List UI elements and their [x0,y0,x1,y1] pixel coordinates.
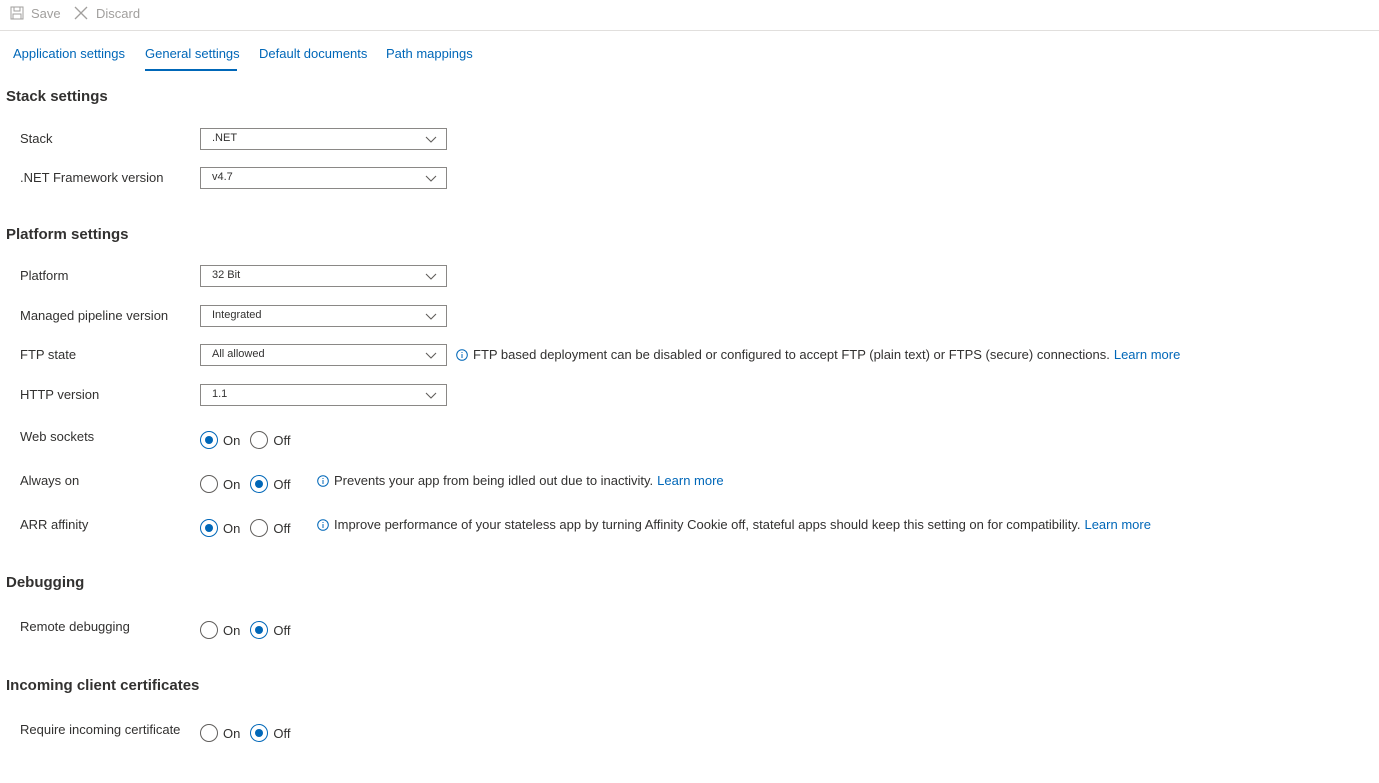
platform-value: 32 Bit [212,269,241,281]
chevron-down-icon [425,175,437,182]
framework-version-dropdown[interactable]: v4.7 [200,167,447,189]
pipeline-dropdown[interactable]: Integrated [200,305,447,327]
arr-affinity-label: ARR affinity [20,517,89,532]
require-certificate-off-radio[interactable]: Off [250,724,290,742]
info-icon [317,474,329,487]
always-on-label: Always on [20,473,80,488]
radio-label-on: On [223,476,241,492]
http-version-value: 1.1 [212,388,228,400]
web-sockets-on-radio[interactable]: On [200,431,240,449]
always-on-info: Prevents your app from being idled out d… [317,473,724,488]
ftp-state-value: All allowed [212,348,265,360]
save-label: Save [31,5,61,21]
save-button[interactable]: Save [10,4,61,22]
section-title-client-certificates: Incoming client certificates [6,677,200,694]
tab-application-settings[interactable]: Application settings [13,45,125,63]
radio-button[interactable] [250,431,269,449]
chevron-down-icon [425,273,437,280]
web-sockets-off-radio[interactable]: Off [250,431,290,449]
arr-affinity-learn-more-link[interactable]: Learn more [1084,517,1150,532]
ftp-info: FTP based deployment can be disabled or … [456,347,1180,362]
radio-label-off: Off [273,622,291,638]
ftp-state-dropdown[interactable]: All allowed [200,344,447,366]
command-bar: Save Discard [0,0,1379,31]
radio-button[interactable] [200,621,218,639]
ftp-info-text: FTP based deployment can be disabled or … [473,347,1110,362]
arr-affinity-info-text: Improve performance of your stateless ap… [334,517,1081,532]
require-certificate-label: Require incoming certificate [20,722,181,737]
section-title-debugging: Debugging [6,574,85,591]
always-on-radio-group: On Off [200,474,300,494]
radio-button[interactable] [250,724,269,742]
arr-affinity-radio-group: On Off [200,518,300,538]
stack-dropdown[interactable]: .NET [200,128,447,150]
require-certificate-on-radio[interactable]: On [200,724,240,742]
radio-label-off: Off [273,520,291,536]
remote-debugging-on-radio[interactable]: On [200,621,240,639]
pipeline-value: Integrated [212,309,262,321]
arr-affinity-info: Improve performance of your stateless ap… [317,517,1151,532]
info-icon [456,348,468,361]
radio-button[interactable] [250,475,269,493]
radio-label-on: On [223,432,241,448]
tab-path-mappings[interactable]: Path mappings [386,45,473,63]
chevron-down-icon [425,313,437,320]
chevron-down-icon [425,392,437,399]
close-icon [74,6,88,20]
radio-label-on: On [223,622,241,638]
radio-button[interactable] [200,475,218,493]
radio-label-off: Off [273,476,291,492]
info-icon [317,518,329,531]
always-on-info-text: Prevents your app from being idled out d… [334,473,654,488]
stack-label: Stack [20,131,53,146]
radio-button[interactable] [200,724,218,742]
arr-affinity-off-radio[interactable]: Off [250,519,290,537]
always-on-off-radio[interactable]: Off [250,475,290,493]
pipeline-label: Managed pipeline version [20,308,169,323]
chevron-down-icon [425,352,437,359]
remote-debugging-off-radio[interactable]: Off [250,621,290,639]
radio-label-on: On [223,725,241,741]
radio-label-off: Off [273,725,291,741]
web-sockets-label: Web sockets [20,429,95,444]
web-sockets-radio-group: On Off [200,430,300,450]
tab-general-settings[interactable]: General settings [145,45,240,63]
radio-label-on: On [223,520,241,536]
arr-affinity-on-radio[interactable]: On [200,519,240,537]
section-title-stack: Stack settings [6,88,108,105]
tab-default-documents[interactable]: Default documents [259,45,367,63]
platform-dropdown[interactable]: 32 Bit [200,265,447,287]
require-certificate-radio-group: On Off [200,723,300,743]
section-title-platform: Platform settings [6,226,129,243]
http-version-label: HTTP version [20,387,100,402]
radio-label-off: Off [273,432,291,448]
framework-version-value: v4.7 [212,171,233,183]
always-on-on-radio[interactable]: On [200,475,240,493]
save-icon [10,6,24,20]
stack-dropdown-value: .NET [212,132,238,144]
ftp-learn-more-link[interactable]: Learn more [1114,347,1180,362]
http-version-dropdown[interactable]: 1.1 [200,384,447,406]
discard-button[interactable]: Discard [73,4,140,22]
radio-button[interactable] [250,621,269,639]
radio-button[interactable] [250,519,269,537]
chevron-down-icon [425,136,437,143]
always-on-learn-more-link[interactable]: Learn more [657,473,723,488]
ftp-state-label: FTP state [20,347,77,362]
active-tab-indicator [145,69,237,71]
radio-button[interactable] [200,431,218,449]
remote-debugging-label: Remote debugging [20,619,130,634]
framework-version-label: .NET Framework version [20,170,164,185]
radio-button[interactable] [200,519,218,537]
discard-label: Discard [96,5,141,21]
platform-label: Platform [20,268,69,283]
remote-debugging-radio-group: On Off [200,620,300,640]
